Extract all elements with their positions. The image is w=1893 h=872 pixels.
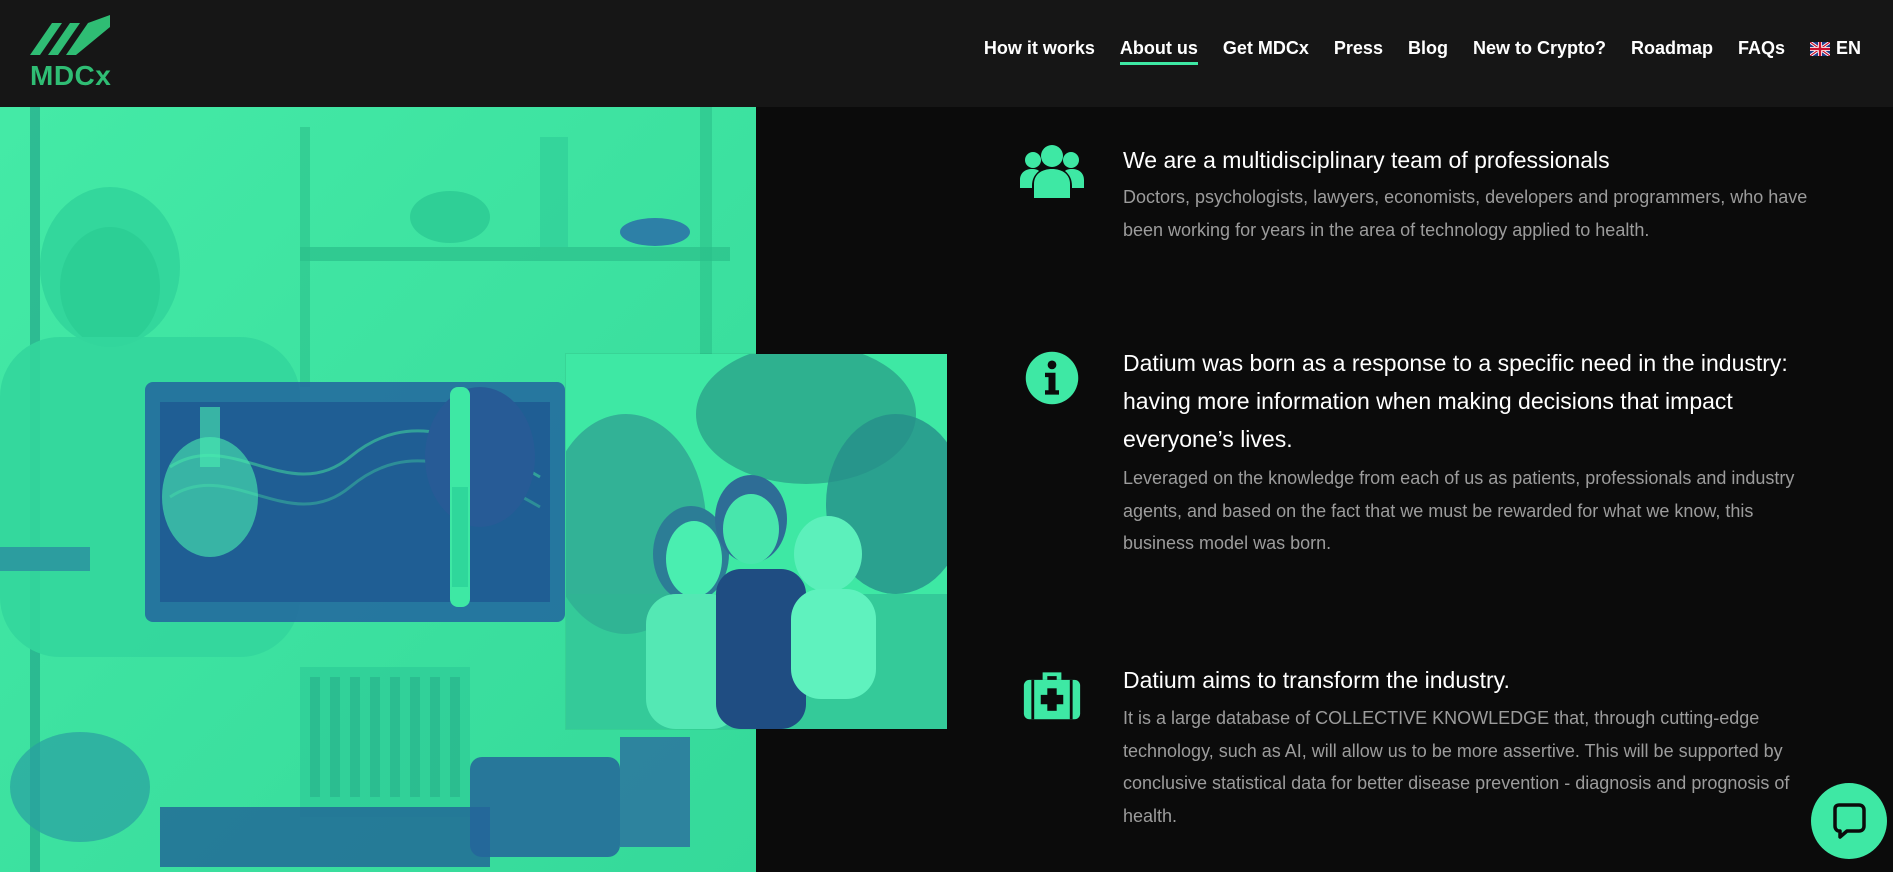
site-header: MDCx How it works About us Get MDCx Pres… — [0, 0, 1893, 107]
feature-text: It is a large database of COLLECTIVE KNO… — [1123, 708, 1790, 826]
logo-text[interactable]: MDCx — [30, 60, 111, 92]
nav-how-it-works[interactable]: How it works — [984, 38, 1095, 65]
feature-title: Datium aims to transform the industry. — [1123, 667, 1510, 693]
main-nav: How it works About us Get MDCx Press Blo… — [959, 38, 1861, 65]
nav-press[interactable]: Press — [1334, 38, 1383, 65]
family-image — [566, 354, 947, 729]
feature-title: We are a multidisciplinary team of profe… — [1123, 147, 1610, 173]
nav-get-mdcx[interactable]: Get MDCx — [1223, 38, 1309, 65]
nav-new-to-crypto[interactable]: New to Crypto? — [1473, 38, 1606, 65]
info-icon — [1025, 351, 1079, 405]
nav-roadmap[interactable]: Roadmap — [1631, 38, 1713, 65]
language-selector[interactable]: EN — [1809, 38, 1861, 65]
team-icon — [1020, 145, 1084, 198]
uk-flag-icon — [1809, 41, 1830, 56]
nav-blog[interactable]: Blog — [1408, 38, 1448, 65]
feature-text: Leveraged on the knowledge from each of … — [1123, 468, 1795, 553]
chat-button[interactable] — [1811, 783, 1887, 859]
family-illustration — [566, 354, 947, 729]
medical-kit-icon — [1023, 672, 1081, 720]
nav-about-us[interactable]: About us — [1119, 38, 1198, 65]
language-label: EN — [1835, 38, 1861, 58]
feature-title: Datium was born as a response to a speci… — [1123, 350, 1788, 452]
feature-text: Doctors, psychologists, lawyers, economi… — [1123, 187, 1808, 240]
chat-icon — [1833, 803, 1866, 839]
nav-faqs[interactable]: FAQs — [1738, 38, 1785, 65]
